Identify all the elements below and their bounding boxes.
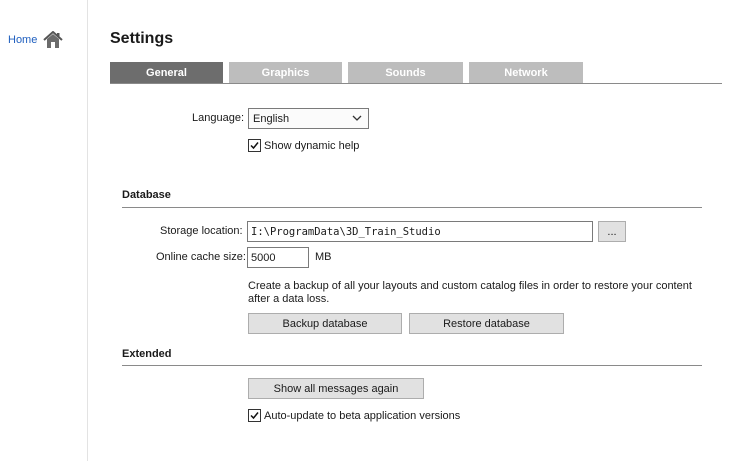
- extended-section-title: Extended: [122, 348, 172, 360]
- cache-size-field[interactable]: 5000: [247, 247, 309, 268]
- dynamic-help-label: Show dynamic help: [264, 139, 360, 152]
- home-link[interactable]: Home: [8, 30, 64, 49]
- language-value: English: [253, 112, 290, 125]
- beta-updates-toggle[interactable]: Auto-update to beta application versions: [248, 409, 460, 422]
- tab-graphics[interactable]: Graphics: [229, 62, 342, 83]
- language-select[interactable]: English: [248, 108, 369, 129]
- tab-general[interactable]: General: [110, 62, 223, 83]
- beta-updates-checkbox[interactable]: [248, 409, 261, 422]
- backup-database-button[interactable]: Backup database: [248, 313, 402, 334]
- cache-unit-label: MB: [315, 251, 332, 263]
- checkmark-icon: [250, 142, 259, 150]
- database-section-title: Database: [122, 189, 171, 201]
- browse-button[interactable]: ...: [598, 221, 626, 242]
- checkmark-icon: [250, 412, 259, 420]
- page-title: Settings: [110, 30, 174, 47]
- show-all-messages-button[interactable]: Show all messages again: [248, 378, 424, 399]
- dynamic-help-toggle[interactable]: Show dynamic help: [248, 139, 359, 152]
- tab-sounds[interactable]: Sounds: [348, 62, 463, 83]
- storage-location-field[interactable]: I:\ProgramData\3D_Train_Studio: [247, 221, 593, 242]
- left-nav: Home: [0, 0, 88, 461]
- chevron-down-icon: [352, 113, 362, 123]
- dynamic-help-checkbox[interactable]: [248, 139, 261, 152]
- database-divider: [122, 207, 702, 208]
- beta-updates-label: Auto-update to beta application versions: [264, 409, 461, 422]
- cache-size-label: Online cache size:: [156, 251, 246, 263]
- extended-divider: [122, 365, 702, 366]
- home-icon[interactable]: [43, 30, 64, 49]
- language-label: Language:: [192, 112, 244, 124]
- restore-database-button[interactable]: Restore database: [409, 313, 564, 334]
- storage-location-label: Storage location:: [160, 225, 243, 237]
- home-label[interactable]: Home: [8, 34, 37, 46]
- tab-network[interactable]: Network: [469, 62, 583, 83]
- backup-help-text: Create a backup of all your layouts and …: [248, 280, 692, 305]
- tab-divider: [110, 83, 722, 84]
- tab-bar: General Graphics Sounds Network: [110, 62, 589, 84]
